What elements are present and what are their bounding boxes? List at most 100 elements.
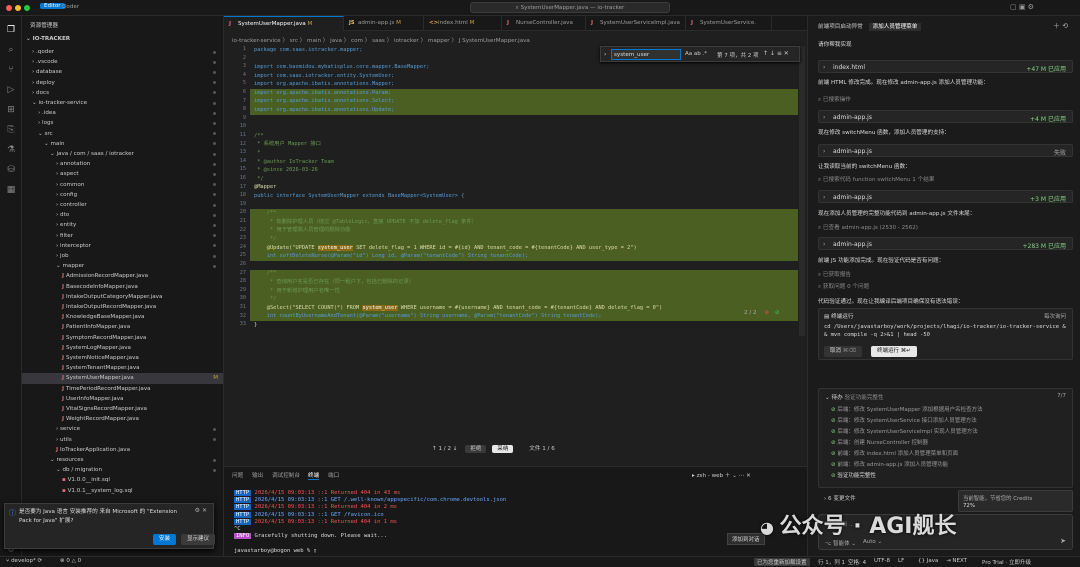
- terminal-shell-label[interactable]: ▸ zsh - web ＋ ⌄ ⋯ ✕: [692, 471, 751, 479]
- editor-tab[interactable]: JS admin-app.js M: [344, 16, 424, 31]
- status-item[interactable]: 行 1，列 1: [818, 558, 845, 566]
- tree-item[interactable]: J AdmissionRecordMapper.java: [22, 271, 223, 281]
- tree-item[interactable]: › entity: [22, 220, 223, 230]
- tree-item[interactable]: J PatientInfoMapper.java: [22, 322, 223, 332]
- panel-tab[interactable]: 问题: [232, 471, 243, 479]
- database-icon[interactable]: ⛁: [5, 164, 17, 176]
- problems-indicator[interactable]: ⊗ 0 △ 0: [60, 558, 81, 564]
- accept-circle-icon[interactable]: ⊘: [775, 310, 780, 316]
- find-options[interactable]: Aa ab .*: [685, 51, 707, 57]
- agent-mode-select[interactable]: ⌥ 智能体 ⌄: [825, 539, 856, 547]
- mode-qoder-tab[interactable]: Qoder: [62, 4, 79, 10]
- editor-tab[interactable]: J SystemUserService.: [686, 16, 772, 31]
- run-command-button[interactable]: 终端运行 ⌘↵: [871, 346, 917, 357]
- grid-icon[interactable]: ▦: [5, 184, 17, 196]
- status-item[interactable]: LF: [898, 558, 904, 564]
- status-item[interactable]: 空格: 4: [848, 558, 866, 566]
- editor-tab[interactable]: <> index.html M: [424, 16, 502, 31]
- tree-item[interactable]: › logs: [22, 118, 223, 128]
- tree-item[interactable]: › common: [22, 180, 223, 190]
- tree-item[interactable]: › utils: [22, 435, 223, 445]
- chat-tool-step[interactable]: ⌕ 已获取报告: [818, 270, 1073, 279]
- tree-item[interactable]: › aspect: [22, 169, 223, 179]
- status-item[interactable]: 已为您重新加载设置: [754, 558, 810, 566]
- tree-item[interactable]: › controller: [22, 200, 223, 210]
- tree-item[interactable]: J UserInfoMapper.java: [22, 394, 223, 404]
- source-control-icon[interactable]: ⑂: [5, 64, 17, 76]
- close-window-button[interactable]: [6, 5, 12, 11]
- command-center-search[interactable]: ⌕ SystemUserMapper.java — io-tracker: [470, 2, 670, 13]
- branch-indicator[interactable]: ⑂ develop* ⟳: [6, 558, 42, 564]
- find-toggle-icon[interactable]: ›: [604, 51, 606, 58]
- tree-item[interactable]: › filter: [22, 231, 223, 241]
- tree-item[interactable]: › config: [22, 190, 223, 200]
- layout-icon[interactable]: ▢ ▣ ⚙: [1010, 3, 1034, 11]
- tree-item[interactable]: ⌄ db / migration: [22, 465, 223, 475]
- workspace-root[interactable]: ⌄ IO-TRACKER: [26, 36, 70, 42]
- reject-button[interactable]: 拒绝: [465, 445, 487, 453]
- tree-item[interactable]: ▪ V1.0.0__init.sql: [22, 475, 223, 485]
- tree-item[interactable]: ⌄ src: [22, 129, 223, 139]
- tree-item[interactable]: J BasecodeInfoMapper.java: [22, 282, 223, 292]
- tree-item[interactable]: › interceptor: [22, 241, 223, 251]
- file-change-card[interactable]: › admin-app.js +4 M 已应用: [818, 110, 1073, 123]
- editor-tab[interactable]: J SystemUserMapper.java M: [224, 16, 344, 31]
- run-debug-icon[interactable]: ▷: [5, 84, 17, 96]
- chat-session-active[interactable]: 添加人员管理菜单: [868, 23, 922, 31]
- editor-tab[interactable]: J NurseController.java: [502, 16, 586, 31]
- add-to-chat-button[interactable]: 添加到对话: [727, 533, 765, 545]
- tree-item[interactable]: J TimePeriodRecordMapper.java: [22, 384, 223, 394]
- status-item[interactable]: UTF-8: [874, 558, 890, 564]
- accept-button[interactable]: 采纳: [492, 445, 514, 453]
- status-item[interactable]: {} Java: [918, 558, 938, 564]
- find-nav-icons[interactable]: ↑ ↓ ≡ ✕: [763, 50, 789, 57]
- chat-tool-step[interactable]: ⌕ 已搜索操作: [818, 95, 1073, 104]
- tree-item[interactable]: J SystemTenantMapper.java: [22, 363, 223, 373]
- reject-circle-icon[interactable]: ⊗: [764, 310, 769, 316]
- terminal-run-mode[interactable]: 每次询问: [1044, 312, 1066, 320]
- new-chat-icon[interactable]: ＋ ⟲: [1053, 21, 1068, 31]
- tree-item[interactable]: › service: [22, 424, 223, 434]
- explorer-icon[interactable]: ❐: [5, 24, 17, 36]
- show-recommendations-button[interactable]: 显示建议: [181, 534, 216, 545]
- tree-item[interactable]: J KnowledgeBaseMapper.java: [22, 312, 223, 322]
- diff-nav[interactable]: ↑ 1 / 2 ↓: [432, 446, 458, 452]
- tree-item[interactable]: J SymptomRecordMapper.java: [22, 333, 223, 343]
- file-change-card[interactable]: › admin-app.js +283 M 已应用: [818, 237, 1073, 250]
- file-nav[interactable]: 文件 1 / 6: [529, 446, 555, 452]
- tree-item[interactable]: J VitalSignsRecordMapper.java: [22, 404, 223, 414]
- tree-item[interactable]: ▪ V1.0.1__system_log.sql: [22, 486, 223, 496]
- changed-files-toggle[interactable]: › 6 变更文件: [824, 494, 856, 502]
- tree-item[interactable]: J SystemUserMapper.java M: [22, 373, 223, 384]
- tree-item[interactable]: J IntakeOutputRecordMapper.java: [22, 302, 223, 312]
- notification-settings-icon[interactable]: ⚙ ✕: [195, 507, 207, 514]
- remote-icon[interactable]: ⎘: [5, 124, 17, 136]
- file-change-card[interactable]: › admin-app.js +3 M 已应用: [818, 190, 1073, 203]
- editor-tab[interactable]: J SystemUserServiceImpl.java: [586, 16, 686, 31]
- testing-icon[interactable]: ⚗: [5, 144, 17, 156]
- tree-item[interactable]: › .vscode: [22, 57, 223, 67]
- tree-item[interactable]: ⌄ main: [22, 139, 223, 149]
- chat-tool-step[interactable]: ⌕ 获取问题 0 个问题: [818, 282, 1073, 291]
- tree-item[interactable]: › annotation: [22, 159, 223, 169]
- breadcrumb[interactable]: io-tracker-service 〉 src 〉 main 〉 java 〉…: [232, 36, 530, 44]
- mode-editor-tab[interactable]: Editor: [40, 3, 65, 9]
- tree-item[interactable]: › .qoder: [22, 47, 223, 57]
- search-activity-icon[interactable]: ⌕: [5, 44, 17, 56]
- cancel-command-button[interactable]: 取消 ⌘⌫: [824, 346, 863, 357]
- chat-tool-step[interactable]: ⌕ 已查看 admin-app.js (2530 - 2562): [818, 223, 1073, 232]
- code-area[interactable]: 1 package com.saas.iotracker.mapper; 2 3 imp…: [224, 46, 807, 336]
- tree-item[interactable]: J IoTrackerApplication.java: [22, 445, 223, 455]
- tree-item[interactable]: › job: [22, 251, 223, 261]
- panel-tab[interactable]: 调试控制台: [272, 471, 300, 479]
- minimap-scrollbar[interactable]: [799, 46, 805, 336]
- tree-item[interactable]: ⌄ mapper: [22, 261, 223, 271]
- tree-item[interactable]: J IntakeOutputCategoryMapper.java: [22, 292, 223, 302]
- tree-item[interactable]: › docs: [22, 88, 223, 98]
- panel-tab[interactable]: 终端: [308, 471, 320, 480]
- tree-item[interactable]: ⌄ io-tracker-service: [22, 98, 223, 108]
- tree-item[interactable]: › database: [22, 67, 223, 77]
- tree-item[interactable]: J WeightRecordMapper.java: [22, 414, 223, 424]
- panel-tab[interactable]: 端口: [328, 471, 339, 479]
- panel-tab[interactable]: 输出: [252, 471, 263, 479]
